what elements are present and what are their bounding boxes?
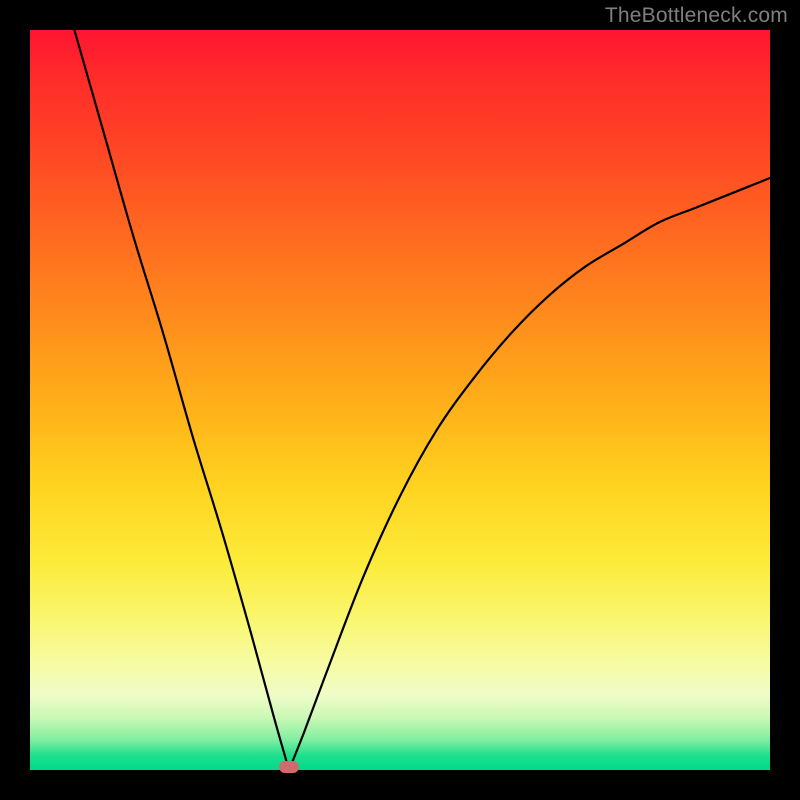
watermark-text: TheBottleneck.com bbox=[605, 4, 788, 28]
bottleneck-curve bbox=[74, 30, 770, 770]
optimum-marker bbox=[279, 761, 299, 773]
chart-frame: TheBottleneck.com bbox=[0, 0, 800, 800]
curve-svg bbox=[30, 30, 770, 770]
plot-area bbox=[30, 30, 770, 770]
